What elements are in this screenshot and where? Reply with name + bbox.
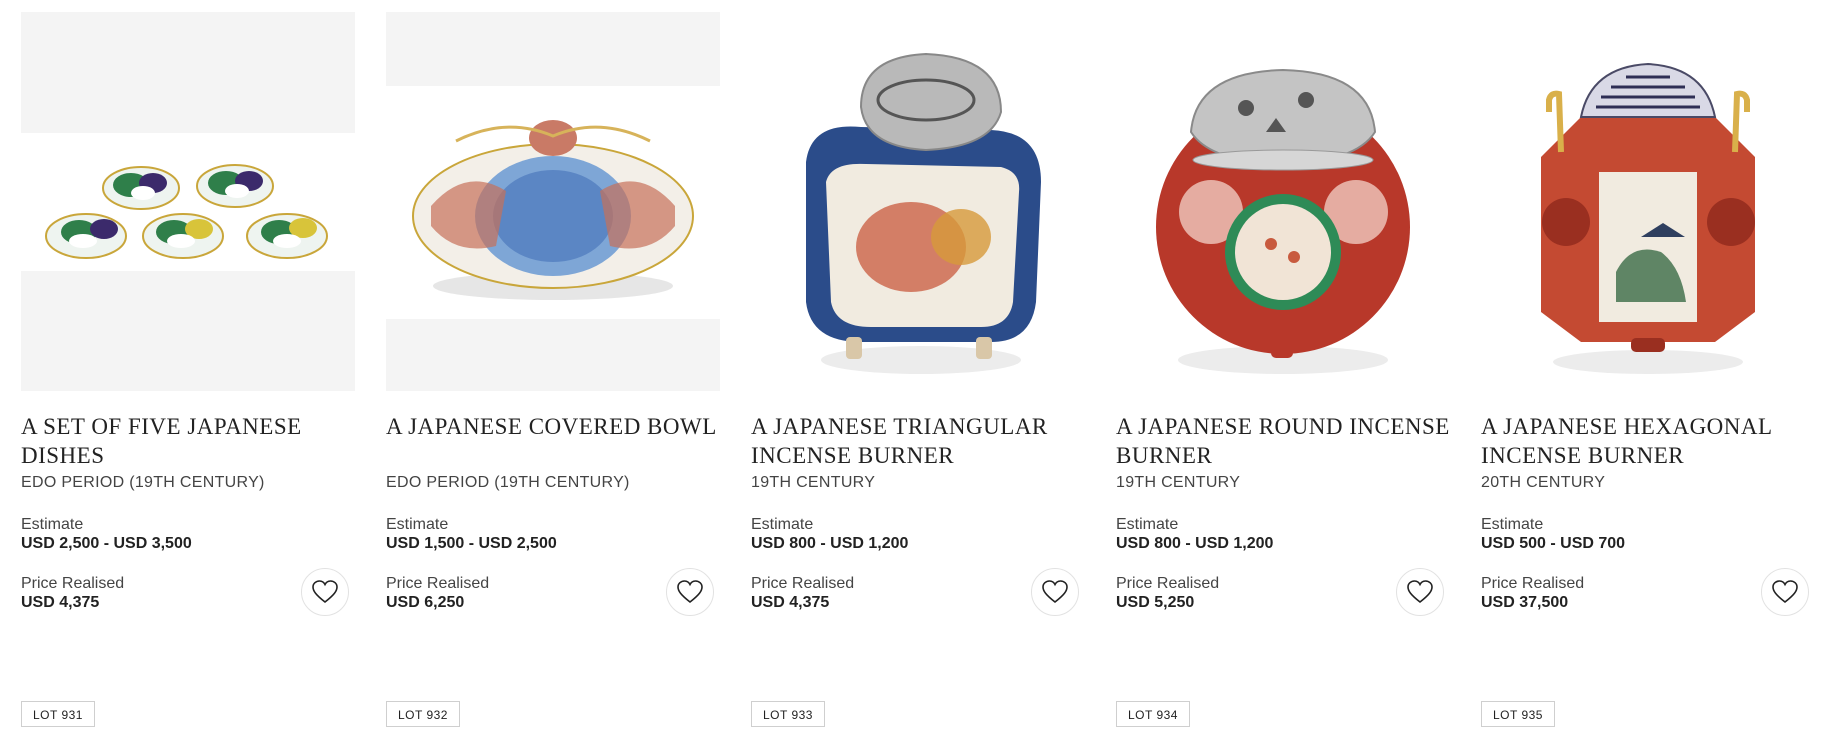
lot-image[interactable] xyxy=(751,12,1085,391)
heart-outline-icon xyxy=(312,580,338,604)
price-realised-value: USD 4,375 xyxy=(751,594,830,611)
lot-number-badge: LOT 931 xyxy=(21,701,95,727)
price-realised-label: Price Realised xyxy=(21,575,125,592)
estimate-label: Estimate xyxy=(386,516,449,533)
lot-number-badge: LOT 935 xyxy=(1481,701,1555,727)
lot-card-934[interactable]: A JAPANESE ROUND INCENSE BURNER 19TH CEN… xyxy=(1116,0,1450,738)
estimate-value: USD 1,500 - USD 2,500 xyxy=(386,535,557,552)
price-realised-value: USD 6,250 xyxy=(386,594,465,611)
price-realised-label: Price Realised xyxy=(1481,575,1585,592)
lot-image[interactable] xyxy=(21,12,355,391)
heart-outline-icon xyxy=(1407,580,1433,604)
lot-number-badge: LOT 934 xyxy=(1116,701,1190,727)
heart-outline-icon xyxy=(1042,580,1068,604)
estimate-label: Estimate xyxy=(21,516,84,533)
lot-period: 19TH CENTURY xyxy=(751,474,876,491)
lot-image[interactable] xyxy=(386,12,720,391)
covered-bowl-image xyxy=(412,120,694,300)
estimate-label: Estimate xyxy=(1116,516,1179,533)
lot-image[interactable] xyxy=(1116,12,1450,391)
price-realised-value: USD 5,250 xyxy=(1116,594,1195,611)
lot-title[interactable]: A JAPANESE TRIANGULAR INCENSE BURNER xyxy=(751,412,1085,470)
lot-period: EDO PERIOD (19TH CENTURY) xyxy=(386,474,630,491)
lot-period: 19TH CENTURY xyxy=(1116,474,1241,491)
estimate-value: USD 2,500 - USD 3,500 xyxy=(21,535,192,552)
lot-title[interactable]: A JAPANESE COVERED BOWL xyxy=(386,412,720,441)
lot-card-933[interactable]: A JAPANESE TRIANGULAR INCENSE BURNER 19T… xyxy=(751,0,1085,738)
lot-card-931[interactable]: A SET OF FIVE JAPANESE DISHES EDO PERIOD… xyxy=(21,0,355,738)
image-placeholder-band xyxy=(21,12,355,133)
lot-title[interactable]: A JAPANESE ROUND INCENSE BURNER xyxy=(1116,412,1450,470)
price-realised-label: Price Realised xyxy=(386,575,490,592)
triangular-incense-burner-image xyxy=(806,52,1041,374)
lot-image[interactable] xyxy=(1481,12,1815,391)
favorite-button[interactable] xyxy=(1396,568,1444,616)
lot-title[interactable]: A JAPANESE HEXAGONAL INCENSE BURNER xyxy=(1481,412,1815,470)
estimate-value: USD 800 - USD 1,200 xyxy=(1116,535,1274,552)
estimate-value: USD 500 - USD 700 xyxy=(1481,535,1626,552)
lot-number-badge: LOT 932 xyxy=(386,701,460,727)
image-placeholder-band xyxy=(386,319,720,391)
lot-period: EDO PERIOD (19TH CENTURY) xyxy=(21,474,265,491)
estimate-label: Estimate xyxy=(1481,516,1544,533)
lot-period: 20TH CENTURY xyxy=(1481,474,1606,491)
price-realised-label: Price Realised xyxy=(751,575,855,592)
hexagonal-incense-burner-image xyxy=(1541,62,1755,374)
favorite-button[interactable] xyxy=(666,568,714,616)
price-realised-value: USD 37,500 xyxy=(1481,594,1569,611)
dishes-image xyxy=(45,164,328,259)
image-placeholder-band xyxy=(386,12,720,86)
price-realised-label: Price Realised xyxy=(1116,575,1220,592)
lot-number-badge: LOT 933 xyxy=(751,701,825,727)
favorite-button[interactable] xyxy=(1031,568,1079,616)
price-realised-value: USD 4,375 xyxy=(21,594,100,611)
lot-card-935[interactable]: A JAPANESE HEXAGONAL INCENSE BURNER 20TH… xyxy=(1481,0,1815,738)
heart-outline-icon xyxy=(677,580,703,604)
estimate-value: USD 800 - USD 1,200 xyxy=(751,535,909,552)
favorite-button[interactable] xyxy=(301,568,349,616)
round-incense-burner-image xyxy=(1156,68,1410,374)
heart-outline-icon xyxy=(1772,580,1798,604)
favorite-button[interactable] xyxy=(1761,568,1809,616)
estimate-label: Estimate xyxy=(751,516,814,533)
lot-title[interactable]: A SET OF FIVE JAPANESE DISHES xyxy=(21,412,355,470)
image-placeholder-band xyxy=(21,271,355,391)
lot-card-932[interactable]: A JAPANESE COVERED BOWL EDO PERIOD (19TH… xyxy=(386,0,720,738)
